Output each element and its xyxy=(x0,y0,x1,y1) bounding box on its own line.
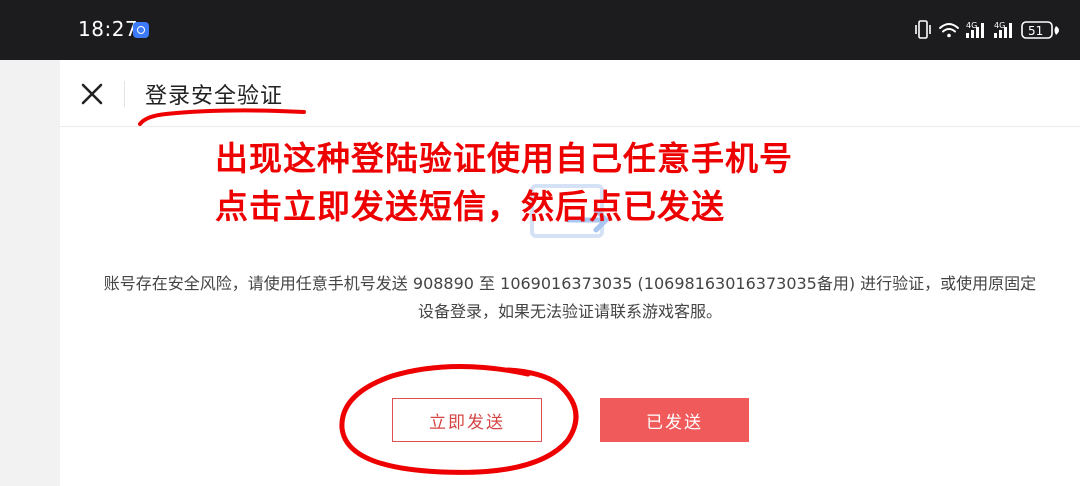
already-sent-button[interactable]: 已发送 xyxy=(600,398,749,442)
wifi-icon xyxy=(939,23,959,38)
svg-text:51: 51 xyxy=(1028,24,1043,38)
status-icons: 4G 4G 51 xyxy=(914,18,1066,42)
close-icon xyxy=(81,83,103,105)
svg-text:4G: 4G xyxy=(994,21,1005,30)
page-header: 登录安全验证 xyxy=(60,60,1080,127)
verification-message: 账号存在安全风险，请使用任意手机号发送 908890 至 10690163730… xyxy=(103,274,1037,321)
app-notification-icon xyxy=(133,22,149,38)
red-underline-mark xyxy=(138,108,306,126)
annotation-line-2: 点击立即发送短信，然后点已发送 xyxy=(215,187,725,226)
signal-icon: 4G xyxy=(966,21,984,38)
vibrate-icon xyxy=(915,20,931,39)
close-button[interactable] xyxy=(78,80,106,108)
header-divider xyxy=(124,81,125,107)
red-annotation-text: 出现这种登陆验证使用自己任意手机号 点击立即发送短信，然后点已发送 xyxy=(215,135,793,231)
battery-icon: 51 xyxy=(1021,21,1059,39)
verification-page: 登录安全验证 账号存在安全风险，请使用任意手机号发送 908890 至 1069… xyxy=(60,60,1080,486)
annotation-line-1: 出现这种登陆验证使用自己任意手机号 xyxy=(215,139,793,178)
svg-text:4G: 4G xyxy=(966,21,977,30)
status-time: 18:27 xyxy=(78,17,139,41)
status-bar: 18:27 4G 4G 51 xyxy=(0,0,1080,60)
signal-icon-2: 4G xyxy=(994,21,1012,38)
red-circle-mark xyxy=(339,364,579,475)
